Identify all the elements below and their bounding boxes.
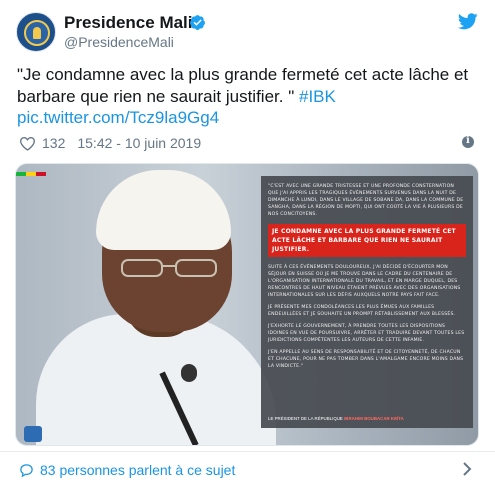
verified-badge-icon — [190, 15, 205, 30]
hashtag-link[interactable]: #IBK — [299, 87, 336, 106]
account-handle[interactable]: @PresidenceMali — [64, 34, 174, 50]
statement-intro: "C'est avec une grande tristesse et une … — [268, 184, 464, 217]
flag-red — [36, 172, 46, 176]
statement-paragraph-2: Je présente mes condoléances les plus ém… — [268, 305, 456, 317]
presidency-logo — [24, 426, 42, 442]
flag-green — [16, 172, 26, 176]
signature-name: Ibrahim Boubacar Keïta — [344, 416, 404, 421]
statement-highlight: Je condamne avec la plus grande fermeté … — [268, 224, 466, 257]
conversation-count[interactable]: 83 personnes parlent à ce sujet — [40, 462, 235, 478]
heart-icon[interactable] — [19, 136, 36, 151]
conversation-footer[interactable]: 83 personnes parlent à ce sujet — [19, 462, 235, 478]
tweet-quote: "Je condamne avec la plus grande fermeté… — [17, 65, 469, 106]
like-count[interactable]: 132 — [42, 135, 65, 151]
statement-signature: Le président de la république Ibrahim Bo… — [268, 416, 404, 422]
tweet-card: Presidence Mali @PresidenceMali "Je cond… — [0, 0, 495, 485]
tweet-meta: 132 15:42 - 10 juin 2019 — [19, 134, 201, 152]
speech-bubble-icon — [20, 463, 33, 477]
tweet-media-image[interactable]: "C'est avec une grande tristesse et une … — [15, 163, 479, 446]
microphone-icon — [181, 364, 197, 382]
speaker-glasses — [121, 259, 217, 277]
tweet-text: "Je condamne avec la plus grande fermeté… — [17, 64, 482, 108]
statement-paragraph-3: J'exhorte le gouvernement, à prendre tou… — [268, 324, 465, 343]
flag-yellow — [26, 172, 36, 176]
coat-of-arms-icon[interactable] — [16, 12, 56, 52]
mali-flag-stripe — [16, 172, 46, 176]
signature-prefix: Le président de la république — [268, 416, 343, 421]
chevron-right-icon[interactable] — [462, 462, 472, 476]
statement-paragraph-1: Suite à ces événements douloureux, j'ai … — [268, 265, 461, 298]
display-name[interactable]: Presidence Mali — [64, 13, 193, 33]
media-link[interactable]: pic.twitter.com/Tcz9la9Gg4 — [17, 108, 219, 128]
statement-paragraph-4: J'en appelle au sens de responsabilité e… — [268, 350, 464, 369]
tweet-timestamp[interactable]: 15:42 - 10 juin 2019 — [77, 135, 201, 151]
twitter-bird-icon[interactable] — [458, 13, 478, 30]
statement-panel: "C'est avec une grande tristesse et une … — [261, 176, 473, 428]
footer-divider — [0, 451, 495, 452]
info-icon[interactable] — [462, 135, 474, 148]
